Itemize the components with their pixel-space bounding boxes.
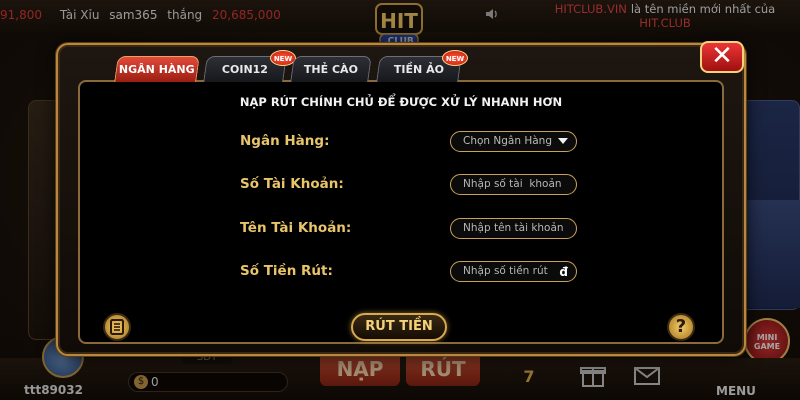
tab-bank[interactable]: NGÂN HÀNG <box>114 56 200 82</box>
bank-select[interactable]: Chọn Ngân Hàng <box>450 131 577 152</box>
bank-select-value: Chọn Ngân Hàng <box>463 135 552 147</box>
chevron-down-icon <box>558 138 568 144</box>
withdraw-submit-button[interactable]: RÚT TIỀN <box>351 313 447 341</box>
amount-label: Số Tiền Rút: <box>240 263 333 279</box>
currency-symbol: đ <box>559 265 568 279</box>
document-icon <box>110 319 124 335</box>
modal-content-panel <box>78 80 724 344</box>
new-badge-virtual-money: NEW <box>442 50 468 66</box>
account-name-field-wrap <box>450 218 577 239</box>
bank-label: Ngân Hàng: <box>240 133 330 149</box>
tab-card-label: THẺ CÀO <box>303 63 358 76</box>
account-number-input[interactable] <box>463 178 576 190</box>
account-number-label: Số Tài Khoản: <box>240 176 344 192</box>
tab-virtual-money-label: TIỀN ẢO <box>393 63 444 76</box>
account-name-label: Tên Tài Khoản: <box>240 220 352 236</box>
history-button[interactable] <box>103 313 131 341</box>
withdraw-notice: NẠP RÚT CHÍNH CHỦ ĐỂ ĐƯỢC XỬ LÝ NHANH HƠ… <box>239 95 563 109</box>
tab-bank-label: NGÂN HÀNG <box>119 63 195 76</box>
tab-card[interactable]: THẺ CÀO <box>290 56 372 82</box>
help-button[interactable]: ? <box>667 313 695 341</box>
amount-input[interactable] <box>463 265 559 277</box>
tab-coin12-label: COIN12 <box>221 63 268 76</box>
close-button[interactable]: ✕ <box>700 41 744 73</box>
account-name-input[interactable] <box>463 222 576 234</box>
amount-field-wrap: đ <box>450 261 577 282</box>
account-number-field-wrap <box>450 174 577 195</box>
